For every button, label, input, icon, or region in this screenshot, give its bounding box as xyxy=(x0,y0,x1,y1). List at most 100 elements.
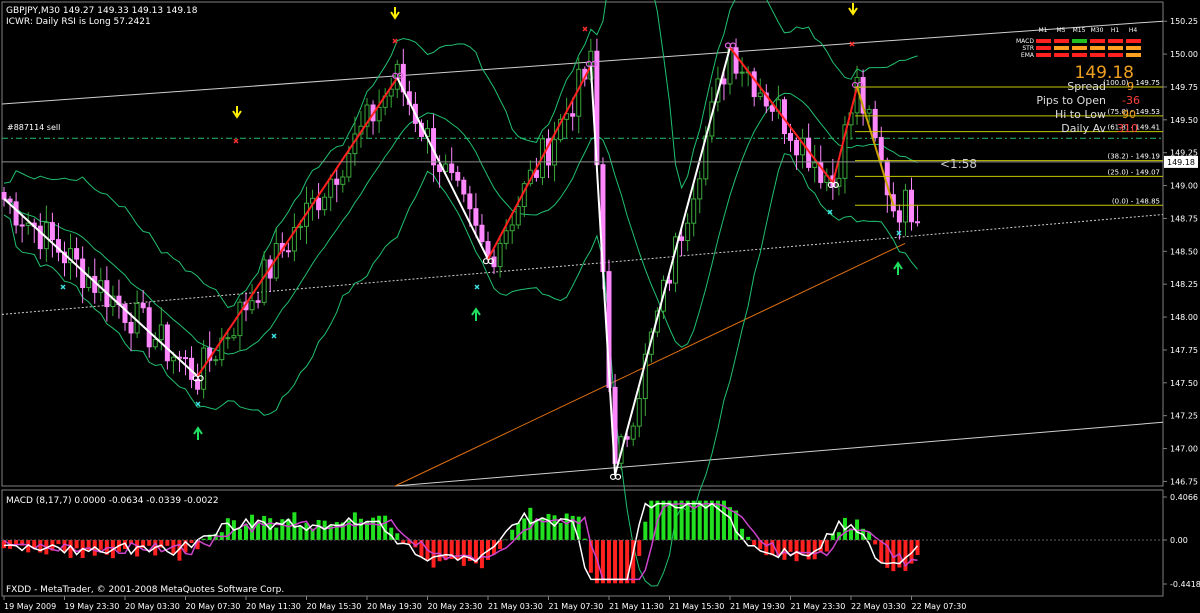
macd-bar xyxy=(691,500,696,540)
time-tick-label: 19 May 2009 xyxy=(4,602,56,611)
price-chart[interactable]: (100.0) - 149.75(75.0) - 149.53(61.8) - … xyxy=(0,0,1200,613)
candle-body xyxy=(322,196,328,211)
macd-bar xyxy=(455,540,460,561)
zigzag-segment xyxy=(396,77,489,260)
macd-bar xyxy=(794,540,799,562)
timeframe-label: M30 xyxy=(1091,27,1104,34)
middle-band xyxy=(3,92,918,355)
zigzag-segment xyxy=(589,65,617,475)
macd-tick-label: 0.4066 xyxy=(1170,493,1198,502)
candle-body xyxy=(751,71,757,98)
buy-arrow-icon xyxy=(193,426,203,440)
candle-body xyxy=(7,198,13,203)
candle-body xyxy=(630,425,636,440)
time-tick-label: 21 May 07:30 xyxy=(549,602,604,611)
pivot-circle xyxy=(614,473,622,480)
signal-cell xyxy=(1072,46,1087,50)
candle-body xyxy=(346,153,352,178)
signal-cell xyxy=(1036,39,1051,43)
zigzag-lines xyxy=(3,42,895,480)
macd-bar xyxy=(298,525,303,540)
price-tick-label: 148.50 xyxy=(1170,247,1198,256)
signal-cell xyxy=(1126,53,1141,57)
daily-av-value: 310 xyxy=(1117,122,1138,135)
macd-bar xyxy=(322,520,327,540)
macd-bar xyxy=(728,507,732,540)
macd-bar xyxy=(510,529,515,540)
order-label: #887114 sell xyxy=(7,123,60,132)
zigzag-segment xyxy=(196,77,399,377)
macd-label: MACD (8,17,7) 0.0000 -0.0634 -0.0339 -0.… xyxy=(6,496,219,506)
macd-bar xyxy=(613,540,618,584)
macd-histogram xyxy=(2,500,1163,584)
pips-to-open-value: -36 xyxy=(1122,94,1140,107)
candle-body xyxy=(74,248,80,260)
fibonacci-retracement: (100.0) - 149.75(75.0) - 149.53(61.8) - … xyxy=(855,79,1163,206)
signal-cell xyxy=(1090,39,1105,43)
macd-bar xyxy=(534,521,539,540)
timeframe-label: H1 xyxy=(1111,27,1120,34)
time-tick-label: 20 May 15:30 xyxy=(307,602,362,611)
candle-body xyxy=(896,210,902,223)
candle-body xyxy=(140,302,146,309)
candle-body xyxy=(497,242,503,268)
macd-bar xyxy=(377,515,382,540)
macd-tick-label: -0.4418 xyxy=(1170,580,1200,589)
candle-body xyxy=(788,133,793,141)
macd-bar xyxy=(619,540,624,584)
macd-bar xyxy=(316,519,321,540)
buy-arrow-icon xyxy=(893,261,903,275)
macd-bar xyxy=(788,540,793,552)
candle-body xyxy=(697,178,703,200)
time-tick-label: 21 May 03:30 xyxy=(488,602,543,611)
candle-body xyxy=(866,108,872,114)
buy-cross-icon xyxy=(60,284,66,290)
candle-body xyxy=(691,198,697,224)
macd-bar xyxy=(74,540,79,549)
signal-cell xyxy=(1090,53,1105,57)
candle-body xyxy=(183,357,188,360)
sell-cross-icon xyxy=(849,41,855,47)
candle-body xyxy=(237,301,243,337)
buy-cross-icon xyxy=(195,401,201,407)
price-tick-label: 150.00 xyxy=(1170,50,1198,59)
pivot-circle xyxy=(729,42,737,49)
indicator-header: ICWR: Daily RSI is Long 57.2421 xyxy=(6,17,151,27)
candle-body xyxy=(794,139,800,156)
time-tick-label: 20 May 03:30 xyxy=(125,602,180,611)
price-tick-label: 148.00 xyxy=(1170,313,1198,322)
candle-body xyxy=(164,324,170,362)
signal-cell xyxy=(1054,39,1069,43)
signal-cell xyxy=(1108,46,1123,50)
candle-body xyxy=(812,162,818,168)
macd-axis: 0.4066 0.00 -0.4418 xyxy=(1163,493,1200,589)
signal-row-label: MACD xyxy=(1016,38,1034,45)
upper-band xyxy=(3,0,918,309)
price-tick-label: 149.00 xyxy=(1170,182,1198,191)
signal-cell xyxy=(1126,46,1141,50)
signal-cell xyxy=(1036,46,1051,50)
price-tick-label: 147.50 xyxy=(1170,379,1198,388)
macd-bar xyxy=(56,540,61,545)
fib-level-label: (25.0) - 149.07 xyxy=(1107,168,1160,176)
fib-level-label: (38.2) - 149.19 xyxy=(1107,153,1160,161)
price-tick-label: 149.50 xyxy=(1170,116,1198,125)
macd-bar xyxy=(564,513,569,540)
candle-body xyxy=(449,163,455,173)
buy-cross-icon xyxy=(474,284,480,290)
candle-body xyxy=(721,78,727,85)
candle-body xyxy=(231,335,237,339)
time-tick-label: 22 May 03:30 xyxy=(851,602,906,611)
price-tick-label: 147.75 xyxy=(1170,346,1198,355)
price-tick-label: 148.75 xyxy=(1170,214,1198,223)
zigzag-segment xyxy=(487,65,592,260)
macd-bar xyxy=(358,518,363,540)
candle-body xyxy=(285,250,291,253)
hi-to-low-value: 90 xyxy=(1122,108,1136,121)
candle-body xyxy=(316,197,322,211)
macd-tick-label: 0.00 xyxy=(1170,536,1188,545)
symbol-header: GBPJPY,M30 149.27 149.33 149.13 149.18 xyxy=(6,6,198,16)
signal-cell xyxy=(1072,53,1087,57)
candle-body xyxy=(152,339,158,348)
upper-channel-line xyxy=(1,20,1164,105)
